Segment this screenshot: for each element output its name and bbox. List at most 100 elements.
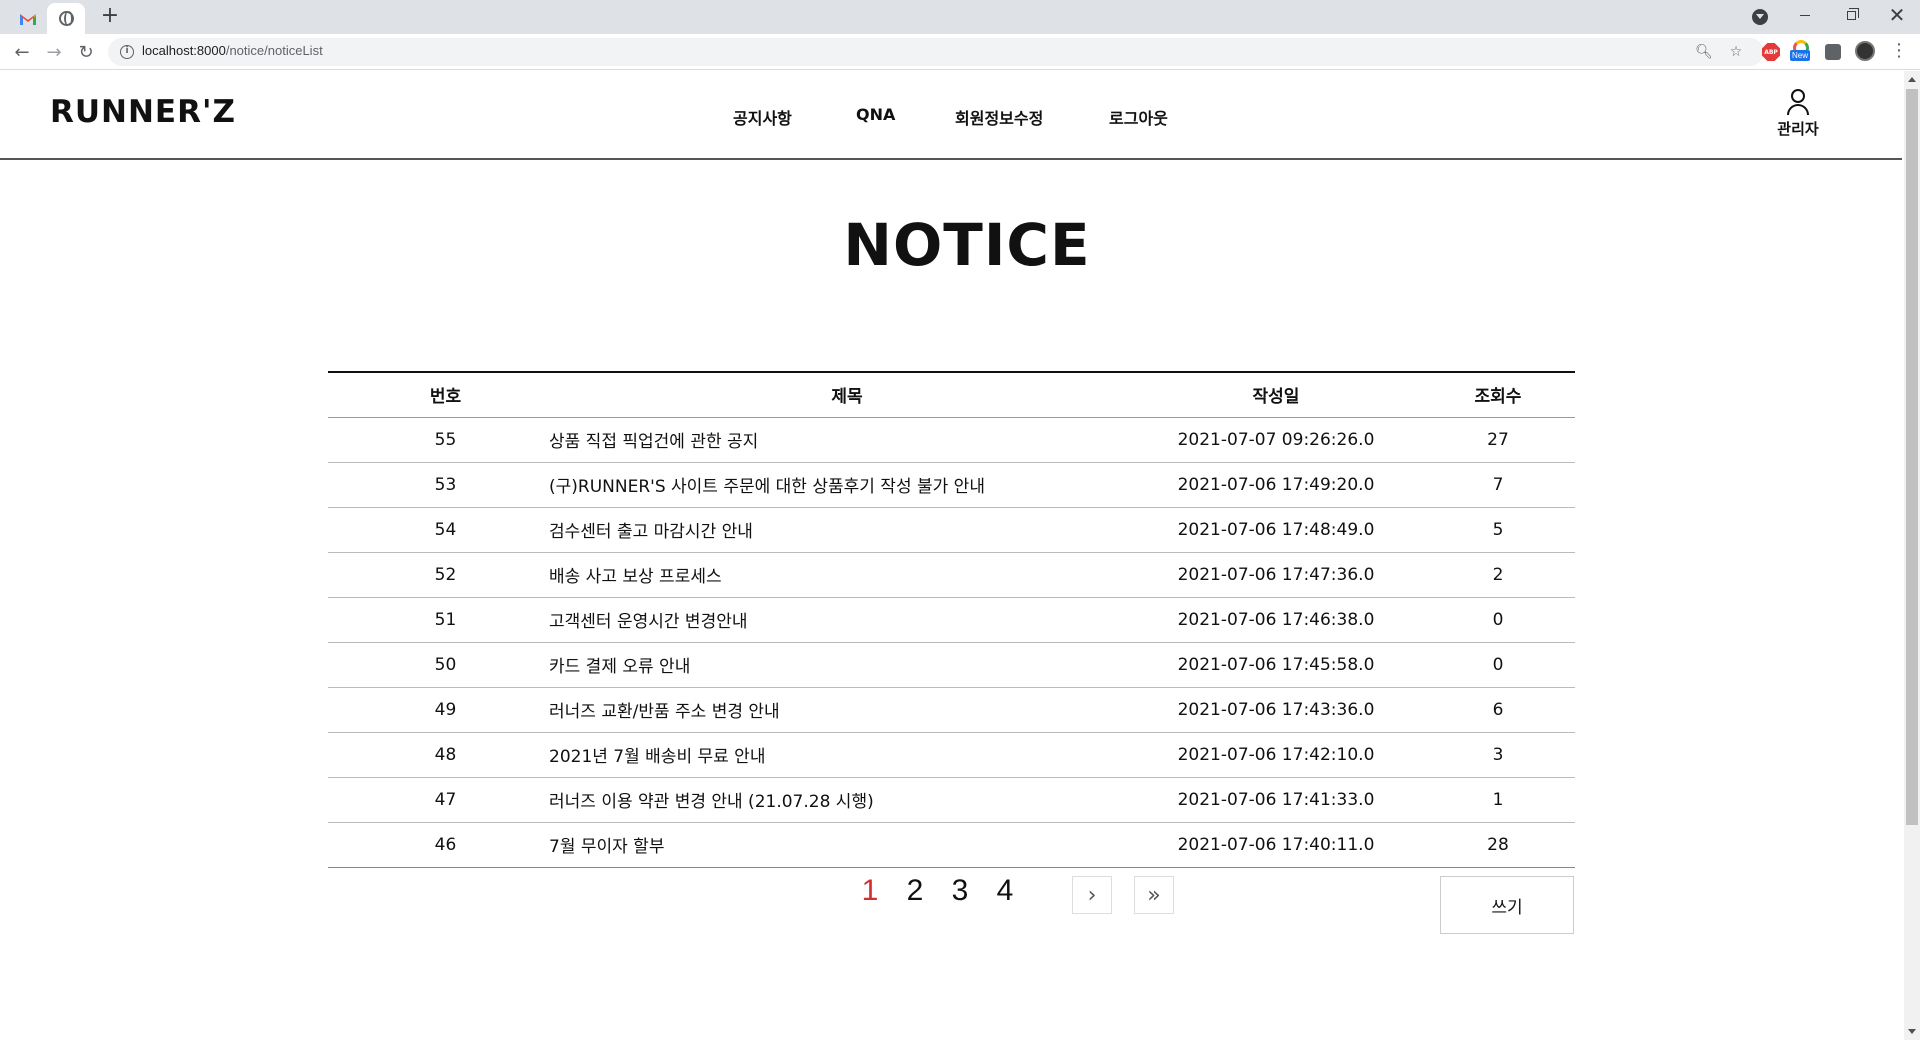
user-icon xyxy=(1786,89,1810,115)
new-extension-icon[interactable]: New xyxy=(1790,40,1812,62)
gmail-icon xyxy=(19,12,37,26)
scroll-down-arrow-icon[interactable] xyxy=(1908,1029,1916,1034)
profile-avatar[interactable] xyxy=(1855,41,1875,61)
row-title-cell: 고객센터 운영시간 변경안내 xyxy=(549,597,1131,643)
column-header-title: 제목 xyxy=(563,372,1131,418)
row-views: 2 xyxy=(1421,552,1575,598)
row-number: 52 xyxy=(328,552,563,598)
row-title-link[interactable]: 2021년 7월 배송비 무료 안내 xyxy=(549,747,765,767)
row-date: 2021-07-06 17:41:33.0 xyxy=(1131,777,1421,823)
row-title-cell: 카드 결제 오류 안내 xyxy=(549,642,1131,688)
bookmark-star-icon[interactable]: ☆ xyxy=(1728,44,1744,60)
write-button[interactable]: 쓰기 xyxy=(1440,876,1574,934)
row-title-link[interactable]: 카드 결제 오류 안내 xyxy=(549,657,690,677)
zoom-icon[interactable]: 🔍︎ xyxy=(1695,44,1713,60)
table-row[interactable]: 54 검수센터 출고 마감시간 안내 2021-07-06 17:48:49.0 5 xyxy=(328,507,1575,553)
new-tab-button[interactable]: + xyxy=(98,5,122,29)
row-date: 2021-07-06 17:48:49.0 xyxy=(1131,507,1421,553)
row-number: 48 xyxy=(328,732,563,778)
table-row[interactable]: 52 배송 사고 보상 프로세스 2021-07-06 17:47:36.0 2 xyxy=(328,552,1575,598)
page-link-1[interactable]: 1 xyxy=(855,874,885,908)
extensions-puzzle-icon[interactable] xyxy=(1825,44,1841,60)
user-label: 관리자 xyxy=(1777,120,1819,138)
row-title-cell: 러너즈 이용 약관 변경 안내 (21.07.28 시행) xyxy=(549,777,1131,823)
page-title: NOTICE xyxy=(843,211,1091,279)
tab-search-icon[interactable] xyxy=(1752,9,1768,25)
row-title-cell: (구)RUNNER'S 사이트 주문에 대한 상품후기 작성 불가 안내 xyxy=(549,462,1131,508)
browser-menu-icon[interactable]: ⋮ xyxy=(1890,42,1908,60)
site-header: RUNNER'Z 공지사항 QNA 회원정보수정 로그아웃 관리자 xyxy=(0,71,1902,160)
row-views: 5 xyxy=(1421,507,1575,553)
tab-gmail[interactable] xyxy=(10,4,46,34)
back-icon[interactable]: ← xyxy=(10,40,34,64)
scrollbar-thumb[interactable] xyxy=(1906,89,1918,825)
web-page: RUNNER'Z 공지사항 QNA 회원정보수정 로그아웃 관리자 NOTICE… xyxy=(0,71,1902,1040)
page-link-3[interactable]: 3 xyxy=(945,874,975,908)
url-text[interactable]: localhost:8000/notice/noticeList xyxy=(142,43,323,58)
page-link-4[interactable]: 4 xyxy=(990,874,1020,908)
page-link-2[interactable]: 2 xyxy=(900,874,930,908)
tab-current-page[interactable] xyxy=(47,3,85,34)
table-row[interactable]: 50 카드 결제 오류 안내 2021-07-06 17:45:58.0 0 xyxy=(328,642,1575,688)
table-row[interactable]: 51 고객센터 운영시간 변경안내 2021-07-06 17:46:38.0 0 xyxy=(328,597,1575,643)
row-title-link[interactable]: 검수센터 출고 마감시간 안내 xyxy=(549,522,753,542)
forward-icon[interactable]: → xyxy=(42,40,66,64)
site-info-icon[interactable]: i xyxy=(120,45,134,59)
column-header-date: 작성일 xyxy=(1131,372,1421,418)
row-views: 6 xyxy=(1421,687,1575,733)
nav-logout[interactable]: 로그아웃 xyxy=(1109,105,1168,129)
row-title-link[interactable]: 러너즈 교환/반품 주소 변경 안내 xyxy=(549,702,780,722)
table-row[interactable]: 47 러너즈 이용 약관 변경 안내 (21.07.28 시행) 2021-07-0… xyxy=(328,777,1575,823)
row-title-link[interactable]: 상품 직접 픽업건에 관한 공지 xyxy=(549,432,758,452)
table-row[interactable]: 53 (구)RUNNER'S 사이트 주문에 대한 상품후기 작성 불가 안내 20… xyxy=(328,462,1575,508)
row-date: 2021-07-06 17:45:58.0 xyxy=(1131,642,1421,688)
row-date: 2021-07-07 09:26:26.0 xyxy=(1131,417,1421,463)
globe-icon xyxy=(58,11,74,26)
row-title-link[interactable]: 러너즈 이용 약관 변경 안내 (21.07.28 시행) xyxy=(549,792,874,812)
row-date: 2021-07-06 17:46:38.0 xyxy=(1131,597,1421,643)
row-title-link[interactable]: 고객센터 운영시간 변경안내 xyxy=(549,612,748,632)
close-window-button[interactable]: ✕ xyxy=(1874,0,1920,30)
next-page-button[interactable]: › xyxy=(1072,876,1112,914)
row-title-cell: 7월 무이자 할부 xyxy=(549,822,1131,868)
row-title-link[interactable]: (구)RUNNER'S 사이트 주문에 대한 상품후기 작성 불가 안내 xyxy=(549,477,985,497)
scroll-up-arrow-icon[interactable] xyxy=(1908,77,1916,82)
row-date: 2021-07-06 17:40:11.0 xyxy=(1131,822,1421,868)
row-views: 28 xyxy=(1421,822,1575,868)
main-nav: 공지사항 QNA 회원정보수정 로그아웃 xyxy=(0,105,1902,129)
row-title-cell: 검수센터 출고 마감시간 안내 xyxy=(549,507,1131,553)
column-header-views: 조회수 xyxy=(1421,372,1575,418)
notice-table: 번호 제목 작성일 조회수 55 상품 직접 픽업건에 관한 공지 2021-07-… xyxy=(328,371,1575,868)
row-number: 47 xyxy=(328,777,563,823)
table-row[interactable]: 46 7월 무이자 할부 2021-07-06 17:40:11.0 28 xyxy=(328,822,1575,868)
adblock-extension-icon[interactable]: ABP xyxy=(1762,43,1780,61)
row-number: 49 xyxy=(328,687,563,733)
address-bar[interactable]: i localhost:8000/notice/noticeList 🔍︎ ☆ xyxy=(108,38,1764,66)
row-title-cell: 상품 직접 픽업건에 관한 공지 xyxy=(549,417,1131,463)
row-title-cell: 러너즈 교환/반품 주소 변경 안내 xyxy=(549,687,1131,733)
reload-icon[interactable]: ↻ xyxy=(74,40,98,64)
row-title-link[interactable]: 배송 사고 보상 프로세스 xyxy=(549,567,722,587)
row-date: 2021-07-06 17:47:36.0 xyxy=(1131,552,1421,598)
row-number: 46 xyxy=(328,822,563,868)
nav-qna[interactable]: QNA xyxy=(856,105,895,124)
row-views: 0 xyxy=(1421,597,1575,643)
last-page-button[interactable]: » xyxy=(1134,876,1174,914)
page-scrollbar[interactable] xyxy=(1904,71,1920,1040)
table-row[interactable]: 48 2021년 7월 배송비 무료 안내 2021-07-06 17:42:10.… xyxy=(328,732,1575,778)
row-number: 53 xyxy=(328,462,563,508)
restore-button[interactable] xyxy=(1828,0,1874,30)
minimize-button[interactable] xyxy=(1782,0,1828,30)
browser-tab-strip: + ✕ xyxy=(0,0,1920,34)
row-title-link[interactable]: 7월 무이자 할부 xyxy=(549,837,664,857)
nav-edit-member-info[interactable]: 회원정보수정 xyxy=(955,105,1043,129)
row-number: 54 xyxy=(328,507,563,553)
table-row[interactable]: 55 상품 직접 픽업건에 관한 공지 2021-07-07 09:26:26.0 2… xyxy=(328,417,1575,463)
table-row[interactable]: 49 러너즈 교환/반품 주소 변경 안내 2021-07-06 17:43:36.… xyxy=(328,687,1575,733)
row-views: 3 xyxy=(1421,732,1575,778)
row-date: 2021-07-06 17:42:10.0 xyxy=(1131,732,1421,778)
row-date: 2021-07-06 17:49:20.0 xyxy=(1131,462,1421,508)
nav-notice[interactable]: 공지사항 xyxy=(733,105,792,129)
admin-user-menu[interactable]: 관리자 xyxy=(1770,89,1826,139)
row-number: 55 xyxy=(328,417,563,463)
